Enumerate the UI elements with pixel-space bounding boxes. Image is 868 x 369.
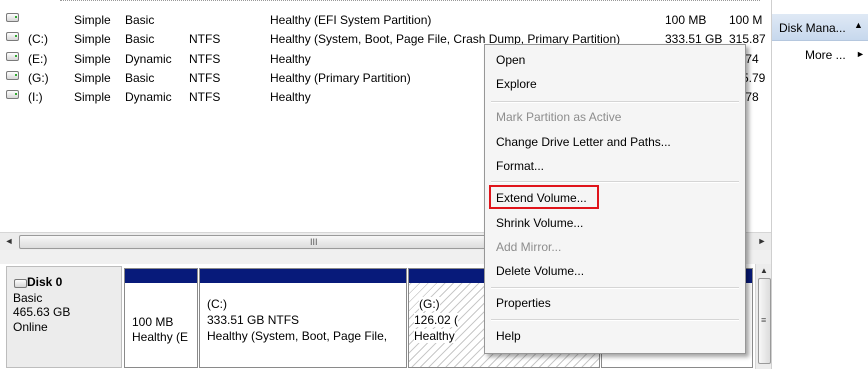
volume-row[interactable]: Simple Basic Healthy (EFI System Partiti… (0, 11, 771, 30)
disk-type: Basic (13, 291, 43, 305)
drive-icon (6, 13, 19, 22)
volume-drive: (I:) (28, 90, 43, 104)
volume-type: Basic (125, 71, 155, 85)
volume-status: Healthy (270, 90, 311, 104)
volume-fs: NTFS (189, 71, 221, 85)
volume-layout: Simple (74, 52, 111, 66)
volume-type: Basic (125, 13, 155, 27)
volume-layout: Simple (74, 13, 111, 27)
partition-status: Healthy (System, Boot, Page File, (207, 329, 388, 343)
menu-item-mark-partition-active: Mark Partition as Active (496, 110, 622, 124)
disk-size: 465.63 GB (13, 305, 71, 319)
menu-separator (491, 181, 739, 183)
more-actions-item[interactable]: More ... (805, 48, 846, 62)
partition-title: (G:) (419, 297, 440, 311)
volume-type: Dynamic (125, 90, 172, 104)
drive-icon (6, 90, 19, 99)
volume-layout: Simple (74, 32, 111, 46)
menu-separator (491, 319, 739, 321)
scroll-up-arrow-icon[interactable]: ▲ (756, 266, 772, 275)
menu-item-explore[interactable]: Explore (496, 77, 537, 91)
volume-capacity: 100 MB (665, 13, 707, 27)
volume-status: Healthy (270, 52, 311, 66)
partition-status: Healthy (E (132, 330, 189, 344)
list-top-divider (60, 0, 760, 4)
menu-item-add-mirror: Add Mirror... (496, 240, 562, 254)
disk-state: Online (13, 320, 48, 334)
menu-item-delete-volume[interactable]: Delete Volume... (496, 264, 584, 278)
partition-c[interactable]: (C:) 333.51 GB NTFS Healthy (System, Boo… (199, 268, 407, 368)
actions-pane: Disk Mana... ▲ More ... ► (771, 0, 868, 369)
drive-icon (6, 32, 19, 41)
volume-drive: (C:) (28, 32, 48, 46)
drive-icon (6, 71, 19, 80)
menu-item-properties[interactable]: Properties (496, 296, 551, 310)
partition-size: 333.51 GB NTFS (207, 313, 300, 327)
drive-icon (6, 52, 19, 61)
menu-separator (491, 287, 739, 289)
menu-item-change-drive-letter[interactable]: Change Drive Letter and Paths... (496, 135, 671, 149)
menu-item-shrink-volume[interactable]: Shrink Volume... (496, 216, 583, 230)
volume-type: Dynamic (125, 52, 172, 66)
menu-separator (491, 101, 739, 103)
volume-drive: (E:) (28, 52, 48, 66)
partition-title: (C:) (207, 297, 227, 311)
volume-fs: NTFS (189, 52, 221, 66)
submenu-arrow-icon[interactable]: ► (856, 49, 865, 59)
volume-layout: Simple (74, 90, 111, 104)
disk-info-panel[interactable]: Disk 0 Basic 465.63 GB Online (6, 266, 122, 368)
scroll-left-arrow-icon[interactable]: ◄ (2, 234, 16, 248)
partition-size: 100 MB (132, 315, 174, 329)
partition-status: Healthy (414, 329, 455, 343)
menu-item-open[interactable]: Open (496, 53, 525, 67)
actions-header[interactable]: Disk Mana... ▲ (772, 14, 868, 41)
partition-band (125, 269, 197, 283)
collapse-arrow-icon[interactable]: ▲ (854, 20, 863, 30)
actions-title: Disk Mana... (779, 21, 846, 35)
partition-efi[interactable]: 100 MB Healthy (E (124, 268, 198, 368)
volume-status: Healthy (Primary Partition) (270, 71, 411, 85)
volume-free: 100 M (729, 13, 763, 27)
context-menu: Open Explore Mark Partition as Active Ch… (484, 44, 746, 354)
volume-status: Healthy (EFI System Partition) (270, 13, 432, 27)
partition-size: 126.02 ( (414, 313, 459, 327)
vertical-scrollbar[interactable]: ▲ ≡ (755, 264, 772, 369)
disk-name: Disk 0 (27, 275, 63, 289)
volume-drive: (G:) (28, 71, 49, 85)
scroll-grip-icon: III (310, 237, 318, 247)
vertical-scroll-thumb[interactable]: ≡ (758, 278, 771, 364)
scroll-right-arrow-icon[interactable]: ► (755, 234, 769, 248)
disk-icon (14, 279, 27, 288)
volume-fs: NTFS (189, 32, 221, 46)
menu-item-help[interactable]: Help (496, 329, 521, 343)
menu-item-extend-volume[interactable]: Extend Volume... (496, 191, 587, 205)
volume-layout: Simple (74, 71, 111, 85)
partition-band (200, 269, 406, 283)
volume-type: Basic (125, 32, 155, 46)
menu-item-format[interactable]: Format... (496, 159, 544, 173)
scroll-grip-icon: ≡ (761, 315, 767, 325)
volume-fs: NTFS (189, 90, 221, 104)
